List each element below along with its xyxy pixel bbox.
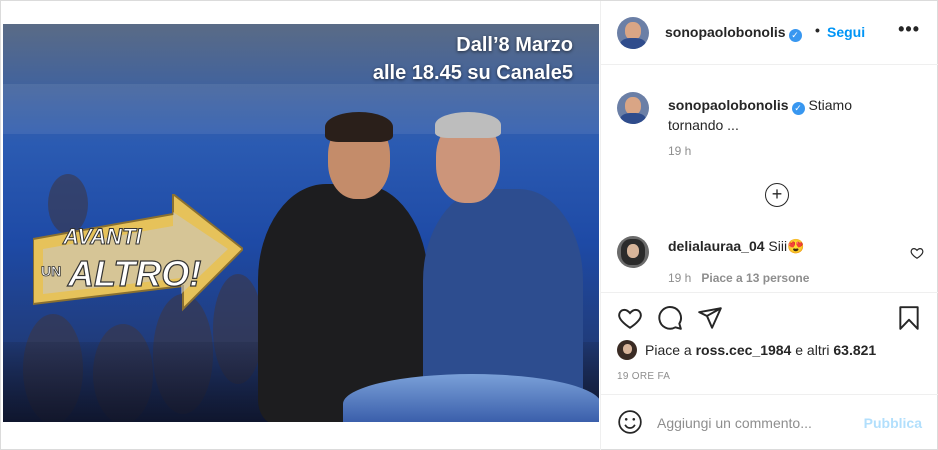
caption-username[interactable]: sonopaolobonolis <box>668 97 789 113</box>
logo-text-altro: ALTRO! <box>67 253 201 294</box>
post-actions: Piace a ross.cec_1984 e altri 63.821 19 … <box>601 292 938 382</box>
logo-text-avanti: AVANTI <box>62 224 143 249</box>
show-logo: AVANTI UN ALTRO! <box>33 194 243 312</box>
comment-timestamp[interactable]: 19 h <box>668 271 691 285</box>
comment-avatar[interactable] <box>617 236 649 268</box>
comment-meta: 19 h Piace a 13 persone <box>668 271 809 285</box>
avatar-shirt <box>620 38 646 49</box>
header-username[interactable]: sonopaolobonolis <box>665 24 786 40</box>
airdate-line-2: alle 18.45 su Canale5 <box>372 62 573 84</box>
post-sidebar: sonopaolobonolis ✓ • Segui ••• sonopaolob… <box>600 1 938 450</box>
likes-prefix: Piace a <box>645 342 692 358</box>
save-bookmark-icon[interactable] <box>896 305 922 331</box>
share-paper-plane-icon[interactable] <box>697 305 723 331</box>
post-image[interactable]: AVANTI UN ALTRO! Dall’8 Marzo alle 18.45… <box>3 24 599 422</box>
caption: sonopaolobonolis ✓ Stiamo tornando ... <box>668 95 898 135</box>
host-left-hair <box>325 112 393 142</box>
airdate-line-1: Dall’8 Marzo <box>456 34 573 56</box>
comment: delialauraa_04 Siii😍 <box>668 238 805 255</box>
emoji-smiley-icon[interactable] <box>617 409 643 435</box>
logo-text-un: UN <box>41 263 61 279</box>
header-separator: • <box>815 22 820 38</box>
comment-likes[interactable]: Piace a 13 persone <box>701 271 809 285</box>
comment-text: Siii😍 <box>768 238 805 254</box>
comment-username[interactable]: delialauraa_04 <box>668 238 765 254</box>
comment-input[interactable] <box>657 412 847 434</box>
avatar-face <box>627 244 639 258</box>
caption-timestamp[interactable]: 19 h <box>668 144 691 158</box>
likes-user[interactable]: ross.cec_1984 <box>696 342 792 358</box>
publish-button[interactable]: Pubblica <box>864 415 922 431</box>
post-container: AVANTI UN ALTRO! Dall’8 Marzo alle 18.45… <box>0 0 938 450</box>
like-heart-icon[interactable] <box>617 305 643 331</box>
likes-count[interactable]: 63.821 <box>833 342 876 358</box>
post-timestamp[interactable]: 19 ORE FA <box>617 371 670 382</box>
load-more-comments-icon[interactable]: + <box>765 183 789 207</box>
post-header: sonopaolobonolis ✓ • Segui ••• <box>601 1 938 65</box>
verified-badge-icon: ✓ <box>788 29 802 42</box>
follow-button[interactable]: Segui <box>827 24 865 40</box>
comment-bubble-icon[interactable] <box>657 305 683 331</box>
likes-summary[interactable]: Piace a ross.cec_1984 e altri 63.821 <box>617 340 876 360</box>
add-comment-bar: Pubblica <box>601 394 938 450</box>
caption-avatar[interactable] <box>617 92 649 124</box>
avatar-shirt <box>620 113 646 124</box>
comment-like-heart-icon[interactable] <box>910 246 924 260</box>
comments-section[interactable]: sonopaolobonolis ✓ Stiamo tornando ... 19… <box>601 66 938 292</box>
likes-middle: e altri <box>795 342 830 358</box>
verified-badge-icon: ✓ <box>791 102 805 115</box>
more-options-icon[interactable]: ••• <box>898 19 920 40</box>
studio-light-band <box>3 84 599 134</box>
liker-avatar <box>617 340 637 360</box>
host-right-hair <box>435 112 501 138</box>
header-username-link[interactable]: sonopaolobonolis ✓ <box>665 24 802 42</box>
avatar[interactable] <box>617 17 649 49</box>
